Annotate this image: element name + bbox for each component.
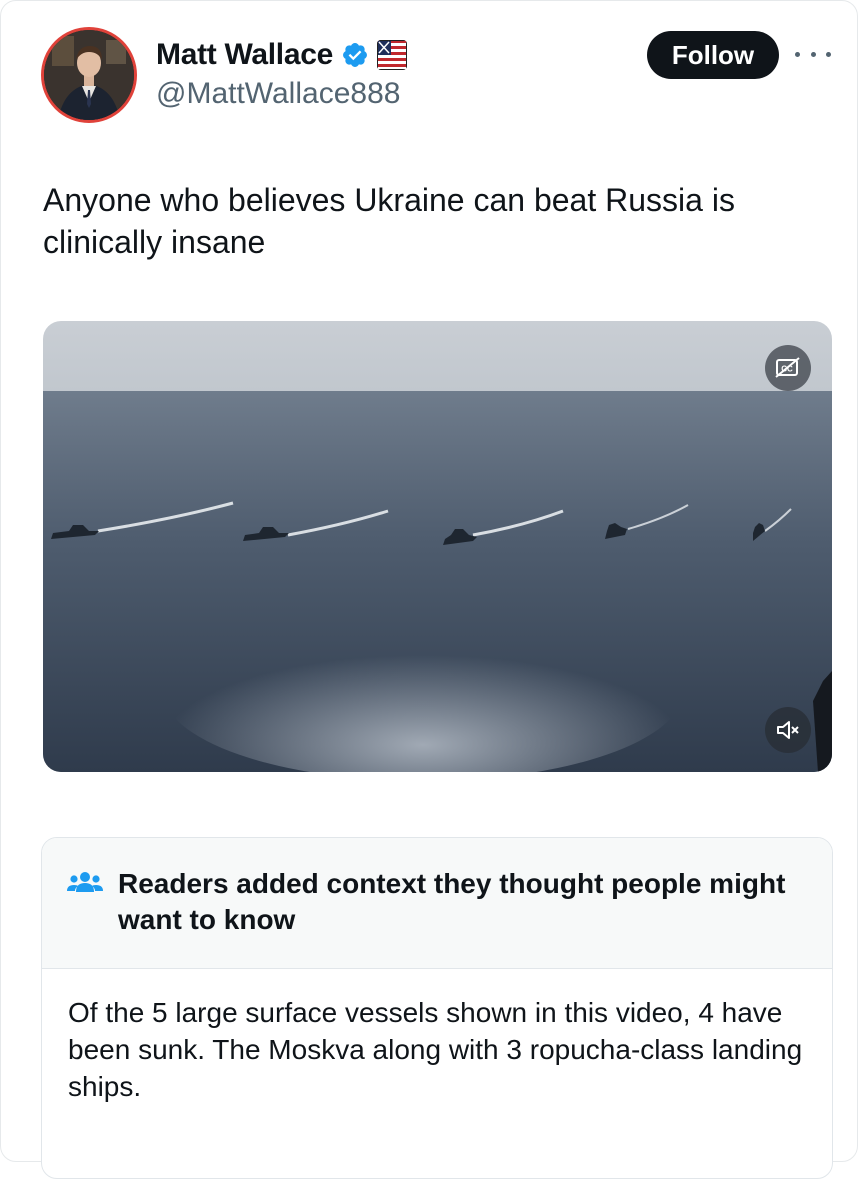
verified-badge-icon[interactable] [341, 41, 369, 69]
us-flag-icon [377, 40, 408, 70]
people-icon [67, 872, 103, 892]
more-dot [795, 51, 800, 57]
author-handle[interactable]: @MattWallace888 [156, 77, 400, 111]
author-name-row: Matt Wallace [156, 35, 408, 75]
video-thumbnail[interactable] [43, 321, 832, 772]
tweet-text: Anyone who believes Ukraine can beat Rus… [43, 182, 735, 260]
community-note: Readers added context they thought peopl… [41, 837, 833, 1179]
muted-speaker-icon[interactable] [765, 707, 811, 753]
profile-avatar[interactable] [41, 27, 137, 123]
follow-button[interactable]: Follow [647, 31, 779, 79]
closed-captions-icon[interactable]: CC [765, 345, 811, 391]
community-note-header: Readers added context they thought peopl… [42, 838, 832, 969]
more-options-icon[interactable] [795, 45, 831, 63]
community-note-body: Of the 5 large surface vessels shown in … [68, 997, 803, 1102]
community-note-title: Readers added context they thought peopl… [118, 868, 786, 935]
more-dot [826, 51, 831, 57]
more-dot [810, 51, 816, 57]
author-name[interactable]: Matt Wallace [156, 38, 333, 72]
tweet-card: Matt Wallace @MattWallace888 Follow Anyo… [0, 0, 858, 1179]
